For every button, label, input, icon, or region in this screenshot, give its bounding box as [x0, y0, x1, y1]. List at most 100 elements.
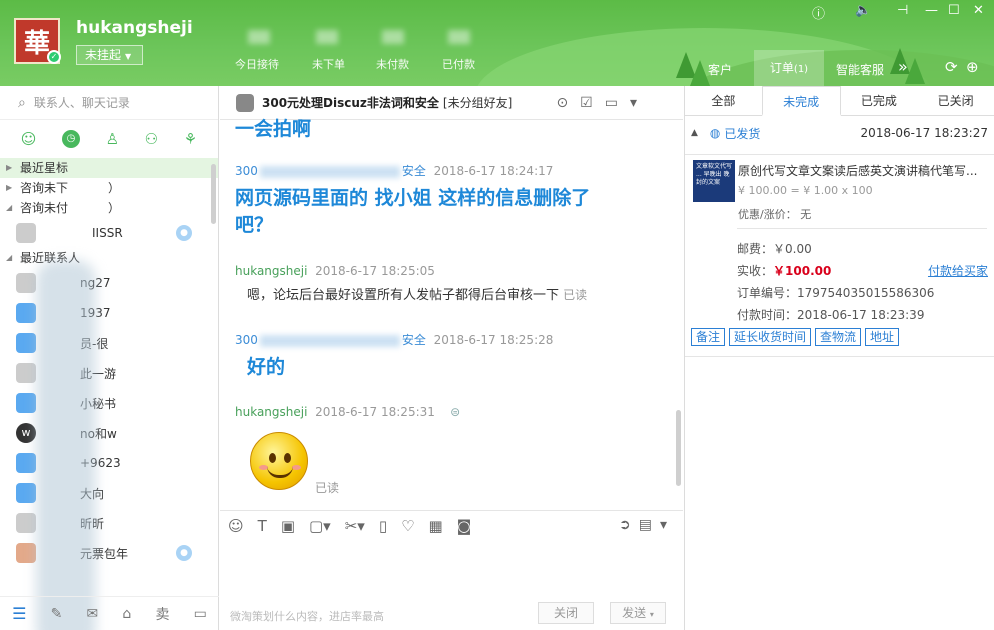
avatar	[236, 93, 254, 112]
pay-buyer-link[interactable]: 付款给买家	[928, 262, 988, 279]
emoji-icon[interactable]: ☺	[228, 517, 244, 535]
calculator-icon[interactable]: ▦	[429, 517, 443, 535]
folder-icon[interactable]: ▢▾	[309, 517, 331, 535]
chevron-up-icon[interactable]: ▲	[691, 128, 698, 138]
search-input[interactable]: 联系人、聊天记录	[34, 94, 130, 111]
tab-all[interactable]: 全部	[685, 86, 762, 115]
group-not-ordered[interactable]: ▶ 咨询未下 ）	[0, 178, 218, 198]
product-title[interactable]: 原创代写文章文案读后感英文演讲稿代笔写...	[738, 162, 983, 179]
group-starred[interactable]: ▶ 最近星标	[0, 158, 218, 178]
heart-icon[interactable]: ♡	[401, 517, 414, 535]
list-item[interactable]: 昕昕	[0, 508, 218, 538]
chat-icon[interactable]: ☺	[21, 130, 37, 148]
list-item[interactable]: 员-很	[0, 328, 218, 358]
menu-icon[interactable]: ☰	[12, 604, 26, 623]
sender-name: hukangsheji	[235, 264, 308, 278]
message-time: 2018-6-17 18:24:17	[433, 164, 554, 178]
image-icon[interactable]: ▣	[281, 517, 295, 535]
history-icon[interactable]: ▤▾	[639, 517, 675, 533]
sender-name: 300	[235, 333, 258, 347]
stat-not-paid[interactable]: 未付款	[376, 56, 409, 72]
chevron-down-icon: ◢	[6, 253, 13, 262]
avatar	[16, 223, 36, 243]
extend-receipt-button[interactable]: 延长收货时间	[729, 328, 812, 346]
group-not-paid[interactable]: ◢ 咨询未付 ）	[0, 198, 218, 218]
person-icon[interactable]: ♙	[106, 130, 119, 148]
toolbar-right: ➲▤▾	[619, 517, 675, 533]
stat-not-ordered[interactable]: 未下单	[312, 56, 345, 72]
add-icon[interactable]: ⊕	[966, 58, 979, 76]
list-item[interactable]: ng27	[0, 268, 218, 298]
close-icon[interactable]: ✕	[973, 3, 984, 18]
list-item[interactable]: 元票包年 ●	[0, 538, 218, 568]
logistics-button[interactable]: 查物流	[815, 328, 862, 346]
list-item[interactable]: 小秘书	[0, 388, 218, 418]
refresh-icon[interactable]: ⟳	[945, 58, 958, 76]
group-icon[interactable]: ⚇	[145, 130, 158, 148]
shipping-fee: 邮费：￥0.00	[737, 242, 812, 256]
org-icon[interactable]: ⚘	[184, 130, 197, 148]
contact-name: IISSR	[92, 226, 123, 240]
received-value: ￥100.00	[773, 264, 832, 278]
message-text: 嗯，论坛后台最好设置所有人发帖子都得后台审核一下	[247, 288, 560, 303]
group-label: 咨询未下	[20, 181, 69, 195]
shake-icon[interactable]: ▯	[379, 517, 387, 535]
send-arrow-icon[interactable]: ➲	[619, 517, 639, 533]
list-item[interactable]: 大向	[0, 478, 218, 508]
contact-search[interactable]: ⌕ 联系人、聊天记录	[0, 86, 218, 120]
avatar	[16, 513, 36, 533]
list-item[interactable]: IISSR ●	[0, 218, 218, 248]
list-item[interactable]: +9623	[0, 448, 218, 478]
share-icon[interactable]: ☑	[580, 95, 605, 111]
minimize-icon[interactable]: —	[925, 3, 938, 18]
chat-scrollbar[interactable]	[676, 410, 681, 486]
tab-orders[interactable]: 订单(1)	[754, 50, 824, 86]
list-item[interactable]: 1937	[0, 298, 218, 328]
message-input[interactable]	[220, 540, 683, 600]
font-icon[interactable]: T	[258, 517, 267, 535]
chevron-right-icon: ▶	[6, 163, 13, 172]
list-item[interactable]: 此一游	[0, 358, 218, 388]
coupon-icon[interactable]: ◙	[457, 517, 472, 535]
tab-smart-service[interactable]: 智能客服	[836, 61, 884, 78]
tab-customer[interactable]: 客户	[708, 61, 732, 78]
tab-orders-label: 订单	[769, 61, 794, 75]
sell-icon[interactable]: 卖	[155, 604, 169, 624]
help-icon[interactable]: ⓘ	[812, 3, 825, 22]
tab-finished[interactable]: 已完成	[841, 86, 918, 115]
stat-today-served[interactable]: 今日接待	[235, 56, 279, 72]
video-icon[interactable]: ▭	[605, 95, 630, 111]
group-label: 最近星标	[20, 161, 69, 175]
tab-closed[interactable]: 已关闭	[917, 86, 994, 115]
list-item[interactable]: w no和w	[0, 418, 218, 448]
address-button[interactable]: 地址	[865, 328, 900, 346]
input-tip: 微淘策划什么内容，进店率最高	[230, 610, 384, 623]
more-tabs-icon[interactable]: »	[898, 57, 908, 76]
pin-icon[interactable]: ⊣	[897, 3, 908, 18]
clock-icon[interactable]: ◷	[62, 130, 81, 148]
chevron-down-icon: ◢	[6, 203, 13, 212]
note-button[interactable]: 备注	[691, 328, 726, 346]
window-icon[interactable]: ▭	[194, 606, 207, 622]
order-header[interactable]: ▲ ◍ 已发货 2018-06-17 18:23:27	[685, 116, 994, 150]
status-dropdown[interactable]: 未挂起 ▼	[76, 45, 143, 65]
contact-scrollbar[interactable]	[211, 164, 216, 224]
send-label: 发送	[622, 606, 647, 620]
chat-bubble-icon[interactable]: ⊙	[556, 95, 580, 111]
group-recent[interactable]: ◢ 最近联系人	[0, 248, 218, 268]
chevron-down-icon[interactable]: ▾	[630, 95, 649, 111]
shop-icon[interactable]: ⌂	[122, 606, 131, 622]
maximize-icon[interactable]: ☐	[948, 3, 960, 18]
chat-message: 一会拍啊	[235, 116, 311, 143]
send-button[interactable]: 发送 ▾	[610, 602, 666, 624]
stat-paid[interactable]: 已付款	[442, 56, 475, 72]
mail-icon[interactable]: ✉	[87, 606, 99, 622]
scissors-icon[interactable]: ✂▾	[345, 517, 365, 535]
tab-unfinished[interactable]: 未完成	[761, 86, 841, 116]
edit-icon[interactable]: ✎	[51, 606, 63, 622]
received-amount: 实收：￥100.00	[737, 262, 831, 279]
smile-emoji-icon	[250, 432, 308, 490]
avatar	[16, 333, 36, 353]
close-button[interactable]: 关闭	[538, 602, 594, 624]
sound-icon[interactable]: 🔈	[855, 3, 871, 18]
